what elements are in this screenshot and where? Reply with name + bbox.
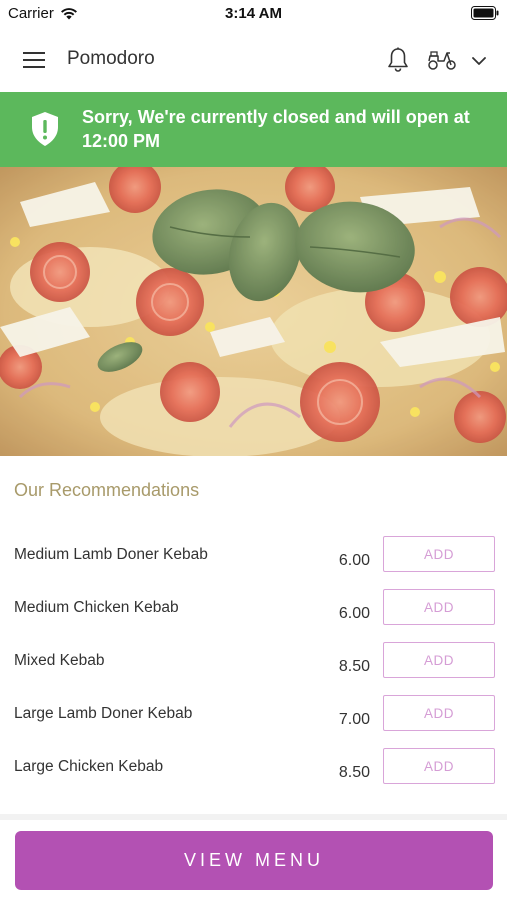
- closed-message: Sorry, We're currently closed and will o…: [82, 107, 470, 151]
- item-price: 6.00: [338, 552, 370, 569]
- item-name: Mixed Kebab: [14, 652, 105, 669]
- notifications-button[interactable]: [383, 44, 413, 76]
- menu-item-row: Large Chicken Kebab 8.50 ADD: [0, 748, 507, 811]
- top-nav-bar: Pomodoro: [0, 28, 507, 92]
- item-price: 8.50: [338, 658, 370, 675]
- hero-pizza-image: [0, 167, 507, 456]
- closed-notice-banner: Sorry, We're currently closed and will o…: [0, 92, 507, 167]
- footer-divider: [0, 814, 507, 820]
- item-price: 6.00: [338, 605, 370, 622]
- add-to-cart-button[interactable]: ADD: [383, 642, 495, 678]
- delivery-mode-button[interactable]: [425, 46, 459, 74]
- view-menu-button[interactable]: VIEW MENU: [15, 831, 493, 890]
- add-to-cart-button[interactable]: ADD: [383, 536, 495, 572]
- recommendations-heading: Our Recommendations: [14, 480, 200, 500]
- add-to-cart-button[interactable]: ADD: [383, 748, 495, 784]
- shield-alert-icon: [32, 112, 58, 146]
- item-price: 7.00: [338, 711, 370, 728]
- battery-icon: [471, 6, 499, 20]
- wifi-icon: [60, 8, 77, 20]
- add-to-cart-button[interactable]: ADD: [383, 695, 495, 731]
- item-price: 8.50: [338, 764, 370, 781]
- hamburger-menu-button[interactable]: [18, 46, 50, 74]
- item-name: Large Lamb Doner Kebab: [14, 705, 193, 722]
- add-to-cart-button[interactable]: ADD: [383, 589, 495, 625]
- scooter-icon: [428, 51, 456, 70]
- location-dropdown-button[interactable]: [466, 48, 492, 74]
- status-bar: Carrier 3:14 AM: [0, 0, 507, 28]
- carrier-indicator: Carrier: [8, 5, 78, 22]
- item-name: Large Chicken Kebab: [14, 758, 164, 775]
- restaurant-title: Pomodoro: [67, 48, 155, 69]
- menu-icon: [23, 52, 45, 68]
- carrier-label: Carrier: [8, 5, 54, 22]
- chevron-down-icon: [472, 56, 486, 65]
- bell-icon: [388, 47, 408, 72]
- item-name: Medium Lamb Doner Kebab: [14, 546, 208, 563]
- item-name: Medium Chicken Kebab: [14, 599, 179, 616]
